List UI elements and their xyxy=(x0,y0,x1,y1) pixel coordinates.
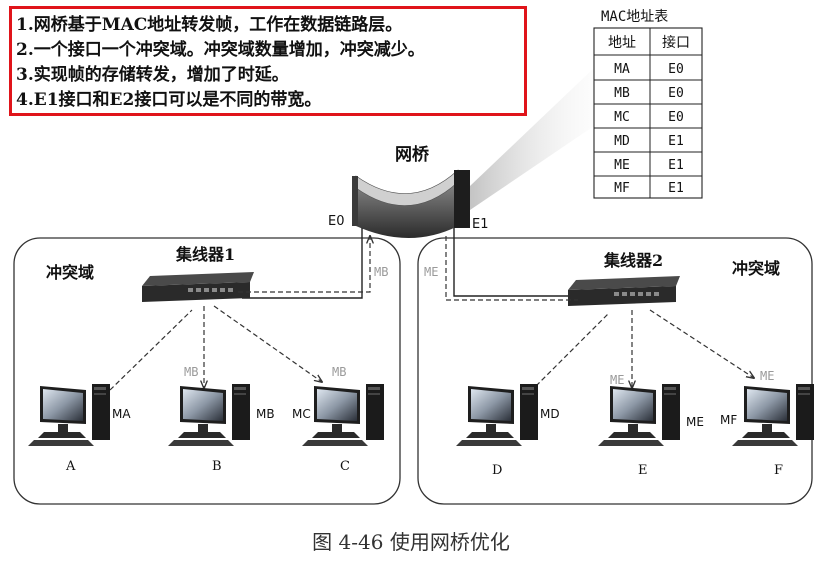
frame-label-to-e: ME xyxy=(610,373,624,387)
frame-label-to-bridge: MB xyxy=(374,265,388,279)
mac-table-cell: MF xyxy=(614,181,630,196)
note-line-4: 4.E1接口和E2接口可以是不同的带宽。 xyxy=(16,90,322,110)
computer-f xyxy=(732,384,814,446)
host-mac-d: MD xyxy=(540,407,560,421)
mac-table: MAC地址表 地址 接口 MA E0 MB E0 MC E0 MD E1 ME … xyxy=(593,9,703,199)
mac-table-header-port: 接口 xyxy=(662,34,690,51)
computer-d xyxy=(456,384,538,446)
right-domain-label: 冲突域 xyxy=(732,259,780,278)
computer-b xyxy=(168,384,250,446)
left-domain-label: 冲突域 xyxy=(46,263,94,282)
flow-a-to-hub1 xyxy=(109,309,193,391)
mac-table-cell: E1 xyxy=(668,181,684,196)
mac-table-cell: E1 xyxy=(668,158,684,173)
mac-table-title: MAC地址表 xyxy=(601,9,668,25)
bridge-label: 网桥 xyxy=(395,145,430,165)
note-line-1: 1.网桥基于MAC地址转发帧，工作在数据链路层。 xyxy=(16,15,403,35)
mac-table-cell: E0 xyxy=(668,62,684,77)
frame-label-to-f: ME xyxy=(760,369,774,383)
mac-table-cell: E0 xyxy=(668,110,684,125)
bridge-port-e1: E1 xyxy=(472,217,489,232)
flow-hub2-to-f xyxy=(649,309,754,378)
computer-c xyxy=(302,384,384,446)
frame-label-to-b: MB xyxy=(184,365,198,379)
host-name-e: E xyxy=(638,463,648,478)
hub-2-device xyxy=(568,276,680,306)
mac-table-cell: ME xyxy=(614,158,630,173)
mac-table-cell: E1 xyxy=(668,134,684,149)
bridge-device xyxy=(352,169,470,238)
host-mac-b: MB xyxy=(256,407,275,421)
computer-e xyxy=(598,384,680,446)
flow-hub1-to-c xyxy=(213,305,322,382)
hub-1-label: 集线器1 xyxy=(175,245,235,264)
host-name-c: C xyxy=(340,459,350,474)
hub-2-label: 集线器2 xyxy=(603,251,663,270)
mac-table-header-address: 地址 xyxy=(608,35,636,51)
host-mac-f: MF xyxy=(720,413,737,427)
notes-box: 1.网桥基于MAC地址转发帧，工作在数据链路层。 2.一个接口一个冲突域。冲突域… xyxy=(9,6,527,116)
flow-hub1-to-bridge xyxy=(238,236,370,293)
bridge-port-e0: E0 xyxy=(328,214,345,229)
computer-a xyxy=(28,384,110,446)
host-mac-e: ME xyxy=(686,415,704,429)
note-line-3: 3.实现帧的存储转发，增加了时延。 xyxy=(16,65,289,85)
host-name-d: D xyxy=(492,463,502,478)
flow-d-to-hub2 xyxy=(535,313,609,387)
mac-table-cell: MD xyxy=(614,134,630,149)
figure-caption: 图 4-46 使用网桥优化 xyxy=(312,530,510,554)
note-line-2: 2.一个接口一个冲突域。冲突域数量增加，冲突减少。 xyxy=(16,40,425,60)
mac-table-cell: MB xyxy=(614,86,630,101)
flow-bridge-to-hub2 xyxy=(445,236,578,301)
hub-1-device xyxy=(142,272,254,302)
mac-table-cell: MA xyxy=(614,62,630,77)
host-name-b: B xyxy=(212,459,222,474)
host-name-a: A xyxy=(65,459,76,474)
host-name-f: F xyxy=(774,463,783,478)
host-mac-a: MA xyxy=(112,407,131,421)
mac-table-cell: E0 xyxy=(668,86,684,101)
frame-label-from-bridge: ME xyxy=(424,265,438,279)
host-mac-c: MC xyxy=(292,407,311,421)
frame-label-to-c: MB xyxy=(332,365,346,379)
mac-table-cell: MC xyxy=(614,110,630,125)
